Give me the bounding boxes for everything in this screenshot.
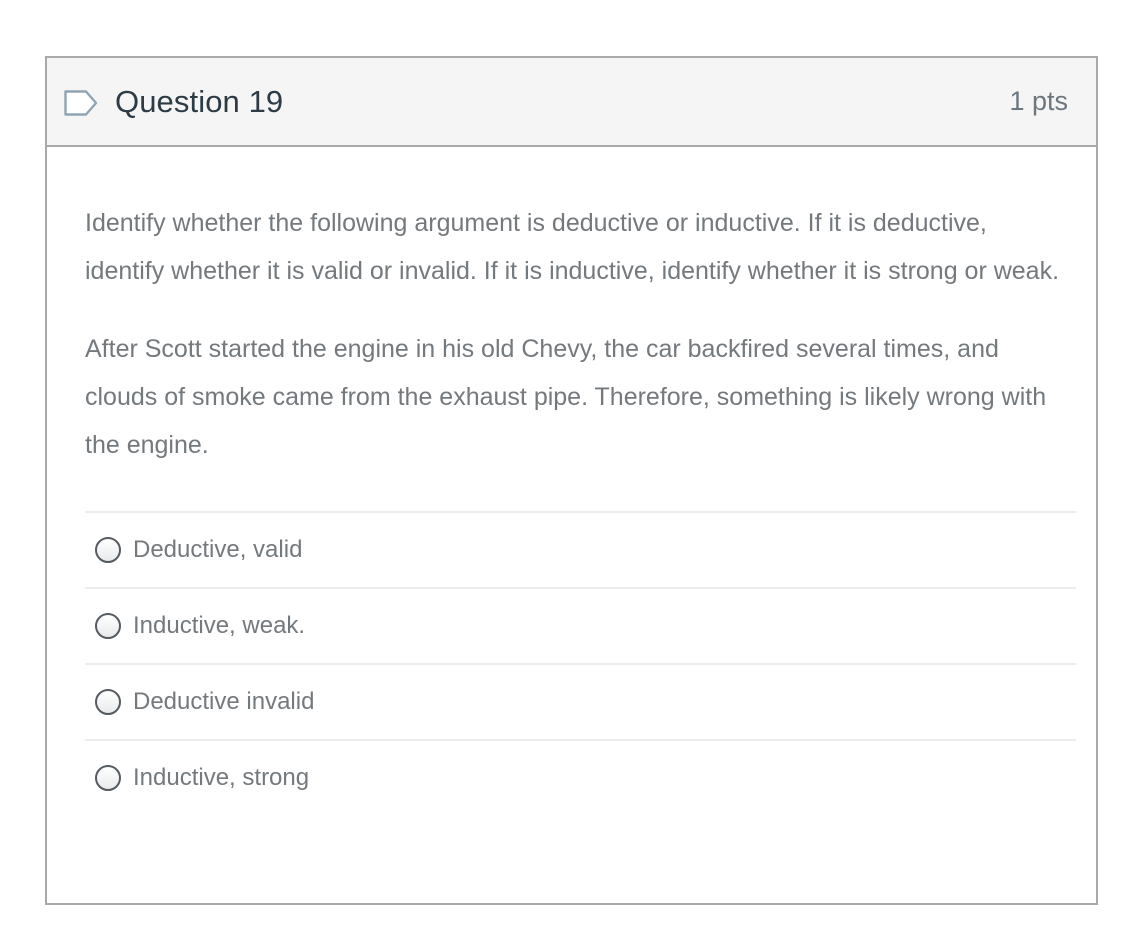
- answer-list: Deductive, valid Inductive, weak. Deduct…: [85, 511, 1076, 815]
- question-points: 1 pts: [1009, 86, 1068, 116]
- answer-option-row[interactable]: Deductive invalid: [85, 663, 1076, 739]
- answer-option-row[interactable]: Inductive, strong: [85, 739, 1076, 815]
- radio-button-icon[interactable]: [95, 689, 121, 715]
- question-paragraph: Identify whether the following argument …: [85, 209, 1060, 285]
- quiz-question-page: Question 19 1 pts Identify whether the f…: [0, 0, 1143, 925]
- radio-button-icon[interactable]: [95, 613, 121, 639]
- radio-button-icon[interactable]: [95, 765, 121, 791]
- question-title: Question 19: [115, 83, 284, 119]
- question-header-left: Question 19: [63, 84, 1009, 120]
- answer-option-row[interactable]: Deductive, valid: [85, 511, 1076, 587]
- answer-option-label: Inductive, weak.: [133, 612, 306, 639]
- question-paragraph: After Scott started the engine in his ol…: [85, 335, 1047, 459]
- question-card: Question 19 1 pts Identify whether the f…: [45, 56, 1098, 905]
- radio-button-icon[interactable]: [95, 537, 121, 563]
- flag-outline-icon: [64, 89, 98, 116]
- answer-option-label: Deductive, valid: [133, 536, 303, 563]
- answer-option-label: Deductive invalid: [133, 688, 315, 715]
- question-prompt: Identify whether the following argument …: [85, 199, 1068, 469]
- question-header: Question 19 1 pts: [47, 58, 1096, 147]
- question-body: Identify whether the following argument …: [47, 147, 1096, 815]
- answer-option-label: Inductive, strong: [133, 764, 310, 791]
- answer-option-row[interactable]: Inductive, weak.: [85, 587, 1076, 663]
